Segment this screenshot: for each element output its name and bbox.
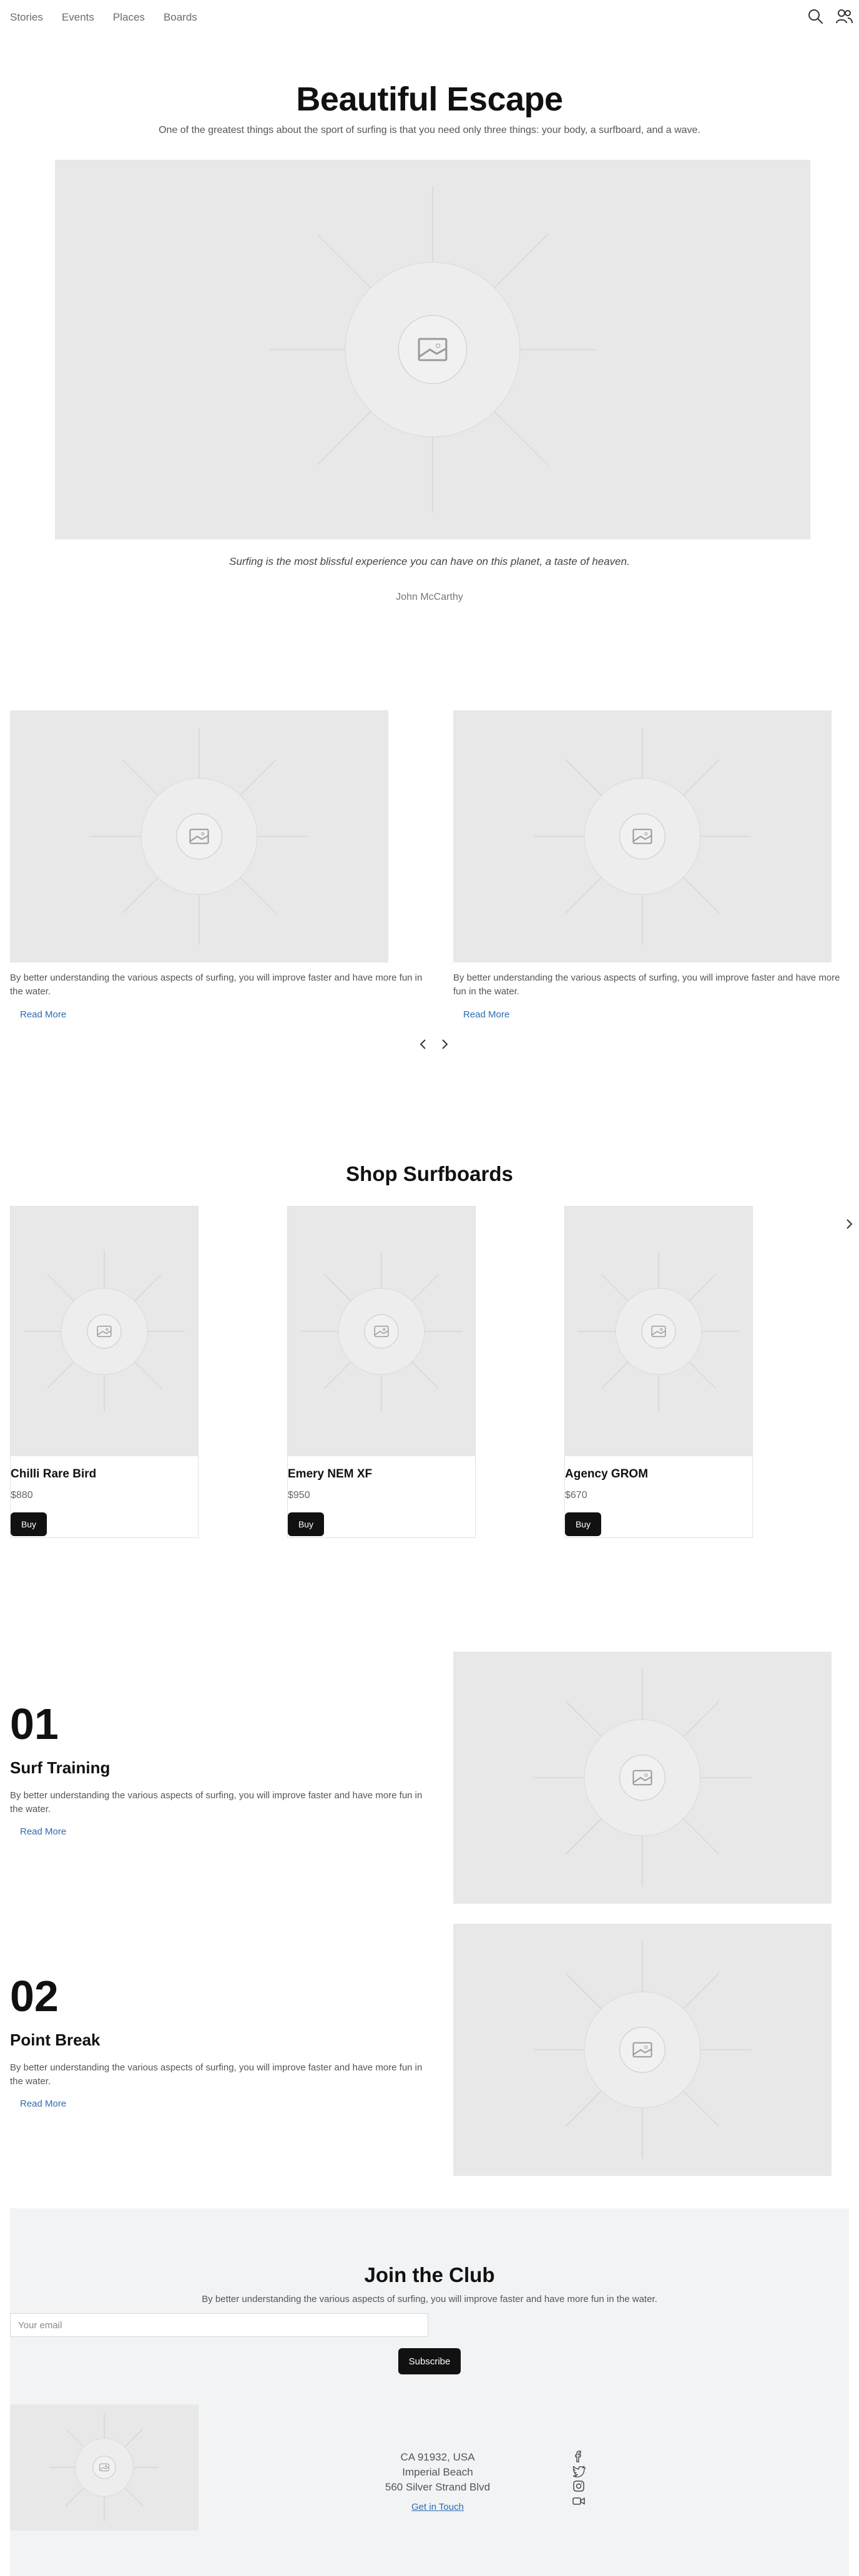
story-image-1 <box>10 710 388 962</box>
instagram-icon[interactable] <box>572 2479 586 2493</box>
twitter-icon[interactable] <box>572 2464 586 2478</box>
address-line: 560 Silver Strand Blvd <box>385 2481 491 2493</box>
product-name: Agency GROM <box>565 1467 649 1481</box>
club-title: Join the Club <box>364 2263 495 2286</box>
chevron-right-icon[interactable] <box>438 1036 451 1052</box>
header-actions <box>807 7 853 25</box>
image-placeholder-icon <box>269 186 596 513</box>
chevron-left-icon[interactable] <box>417 1036 430 1052</box>
facebook-icon[interactable] <box>572 2449 586 2463</box>
product-name: Emery NEM XF <box>288 1467 373 1481</box>
product-image <box>288 1207 475 1456</box>
story-read-more-1[interactable]: Read More <box>20 1009 66 1020</box>
image-placeholder-icon <box>91 728 308 945</box>
users-icon[interactable] <box>835 7 853 25</box>
feature-read-more[interactable]: Read More <box>20 2099 66 2109</box>
product-card: Chilli Rare Bird $880 Buy <box>10 1206 199 1538</box>
product-card: Emery NEM XF $950 Buy <box>287 1206 476 1538</box>
story-pager <box>417 1036 451 1052</box>
buy-button[interactable]: Buy <box>11 1512 47 1536</box>
feature-title: Surf Training <box>10 1758 110 1777</box>
buy-button[interactable]: Buy <box>288 1512 324 1536</box>
hero-title: Beautiful Escape <box>296 81 563 118</box>
address-line: CA 91932, USA <box>400 2451 475 2463</box>
product-image <box>11 1207 198 1456</box>
feature-number: 01 <box>10 1700 59 1748</box>
hero-image <box>55 160 810 539</box>
email-field[interactable] <box>10 2313 428 2337</box>
nav-boards[interactable]: Boards <box>164 11 197 24</box>
product-name: Chilli Rare Bird <box>11 1467 97 1481</box>
product-price: $670 <box>565 1490 587 1501</box>
feature-text: By better understanding the various aspe… <box>10 1790 423 1814</box>
quote-author: John McCarthy <box>396 592 463 602</box>
search-icon[interactable] <box>807 7 824 25</box>
feature-title: Point Break <box>10 2030 101 2049</box>
product-price: $950 <box>288 1490 310 1501</box>
feature-image <box>453 1924 832 2176</box>
nav-places[interactable]: Places <box>113 11 145 24</box>
club-subtitle: By better understanding the various aspe… <box>202 2294 657 2304</box>
story-image-2 <box>453 710 832 962</box>
club-image <box>10 2404 199 2530</box>
image-placeholder-icon <box>534 728 751 945</box>
product-card: Agency GROM $670 Buy <box>564 1206 753 1538</box>
feature-image <box>453 1652 832 1904</box>
main-nav: Stories Events Places Boards <box>10 0 197 35</box>
address-line: Imperial Beach <box>402 2466 473 2478</box>
feature-number: 02 <box>10 1972 59 2020</box>
feature-read-more[interactable]: Read More <box>20 1826 66 1837</box>
buy-button[interactable]: Buy <box>565 1512 601 1536</box>
nav-stories[interactable]: Stories <box>10 11 43 24</box>
image-placeholder-icon <box>301 1251 462 1412</box>
hero-quote: Surfing is the most blissful experience … <box>229 556 630 567</box>
product-image <box>565 1207 752 1456</box>
video-icon[interactable] <box>572 2494 586 2508</box>
story-text-1: By better understanding the various aspe… <box>10 972 423 997</box>
shop-title: Shop Surfboards <box>346 1162 513 1185</box>
feature-text: By better understanding the various aspe… <box>10 2062 423 2087</box>
image-placeholder-icon <box>578 1251 739 1412</box>
subscribe-button[interactable]: Subscribe <box>398 2348 461 2374</box>
story-text-2: By better understanding the various aspe… <box>453 972 840 997</box>
nav-events[interactable]: Events <box>62 11 94 24</box>
image-placeholder-icon <box>534 1941 751 2158</box>
image-placeholder-icon <box>534 1669 751 1886</box>
get-in-touch-link[interactable]: Get in Touch <box>360 2502 516 2512</box>
image-placeholder-icon <box>24 1251 185 1412</box>
image-placeholder-icon <box>50 2413 159 2522</box>
hero-subtitle: One of the greatest things about the spo… <box>159 125 700 135</box>
story-read-more-2[interactable]: Read More <box>463 1009 509 1020</box>
product-price: $880 <box>11 1490 33 1501</box>
join-club-section: Join the Club By better understanding th… <box>10 2208 849 2576</box>
chevron-right-icon[interactable] <box>843 1216 855 1232</box>
